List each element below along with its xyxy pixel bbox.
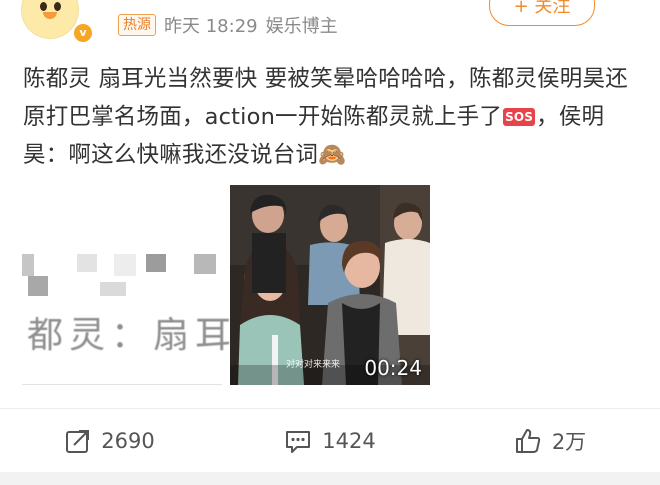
video-scene-image (230, 185, 430, 385)
like-count: 2万 (551, 430, 587, 454)
repost-count: 2690 (101, 429, 155, 453)
sos-emoji-icon: SOS (503, 108, 536, 126)
post-meta: 热源 昨天 18:29 娱乐博主 (118, 13, 338, 37)
thumbs-up-icon (515, 429, 541, 453)
video-subtitle: 对对对来来来 (286, 360, 341, 370)
post-time: 昨天 18:29 (164, 16, 258, 37)
repost-button[interactable]: 2690 (0, 409, 220, 473)
comment-icon (286, 431, 311, 453)
avatar-eye-icon (54, 2, 61, 11)
action-toolbar: 2690 1424 2万 (0, 408, 660, 473)
comment-count: 1424 (322, 429, 376, 453)
verified-badge-icon: v (72, 22, 94, 44)
post-text: 陈都灵 扇耳光当然要快 要被笑晕哈哈哈哈，陈都灵侯明昊还原打巴掌名场面，acti… (23, 60, 635, 174)
avatar[interactable] (22, 0, 78, 38)
video-thumbnail[interactable]: 对对对来来来 00:24 (230, 185, 430, 385)
avatar-beak-icon (43, 12, 57, 19)
image-thumbnail-blurred[interactable]: 都灵：扇耳 (22, 186, 231, 385)
post-source[interactable]: 娱乐博主 (266, 12, 338, 38)
comment-button[interactable]: 1424 (220, 409, 440, 473)
post-header: v 热源 昨天 18:29 娱乐博主 + 关注 (0, 0, 660, 50)
share-icon (66, 430, 90, 453)
hot-source-tag[interactable]: 热源 (118, 14, 156, 36)
feed-separator (0, 472, 660, 485)
image-caption-text: 都灵：扇耳 (27, 315, 238, 356)
avatar-eye-icon (40, 2, 47, 11)
like-button[interactable]: 2万 (440, 409, 660, 473)
video-duration: 00:24 (364, 356, 422, 380)
follow-button[interactable]: + 关注 (489, 0, 595, 26)
